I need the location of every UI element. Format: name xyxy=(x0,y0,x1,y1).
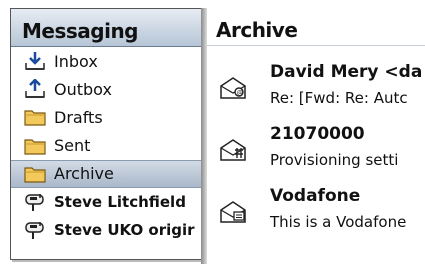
folders-pane: Messaging Inbox Outbox Drafts Sent Archi… xyxy=(10,8,204,260)
message-subject: This is a Vodafone xyxy=(270,213,407,231)
folder-item-sent[interactable]: Sent xyxy=(11,132,203,160)
folder-icon xyxy=(24,167,46,183)
folder-label: Sent xyxy=(54,136,91,156)
folder-label: Outbox xyxy=(54,79,112,99)
message-sender: 21070000 xyxy=(270,124,365,144)
folder-label: Inbox xyxy=(54,51,98,71)
message-sender: David Mery <da xyxy=(270,62,423,82)
folder-item-archive[interactable]: Archive xyxy=(11,159,203,188)
provisioning-envelope-icon xyxy=(220,139,246,161)
inbox-icon xyxy=(25,52,45,71)
message-subject: Re: [Fwd: Re: Autc xyxy=(270,89,408,107)
folder-icon xyxy=(24,139,46,155)
folder-item-outbox[interactable]: Outbox xyxy=(11,75,203,103)
folder-label: Drafts xyxy=(54,107,103,127)
message-subject: Provisioning setti xyxy=(270,151,399,169)
outbox-icon xyxy=(25,79,45,99)
messages-pane: Archive @ David Mery <da Re: [Fwd: Re: A… xyxy=(207,8,425,264)
message-envelope-icon xyxy=(220,201,246,223)
folder-label: Steve Litchfield xyxy=(54,193,186,212)
svg-text:@: @ xyxy=(237,89,244,97)
mailbox-icon xyxy=(25,194,44,212)
message-item[interactable]: 21070000 Provisioning setti xyxy=(207,122,425,184)
folder-item-mailbox-steve-uko[interactable]: Steve UKO origir xyxy=(11,216,203,244)
folder-list: Inbox Outbox Drafts Sent Archive Steve L… xyxy=(11,47,203,244)
messages-pane-title: Archive xyxy=(207,8,425,46)
message-sender: Vodafone xyxy=(270,186,361,206)
mailbox-icon xyxy=(25,222,44,240)
folder-label: Archive xyxy=(54,164,114,184)
email-envelope-icon: @ xyxy=(220,77,246,99)
message-item[interactable]: @ David Mery <da Re: [Fwd: Re: Autc xyxy=(207,60,425,122)
folder-item-drafts[interactable]: Drafts xyxy=(11,103,203,131)
folder-label: Steve UKO origir xyxy=(54,221,195,240)
message-item[interactable]: Vodafone This is a Vodafone xyxy=(207,184,425,246)
folder-icon xyxy=(24,110,46,127)
folders-pane-title: Messaging xyxy=(11,9,203,47)
folder-item-inbox[interactable]: Inbox xyxy=(11,47,203,75)
folder-item-mailbox-steve-litchfield[interactable]: Steve Litchfield xyxy=(11,188,203,216)
